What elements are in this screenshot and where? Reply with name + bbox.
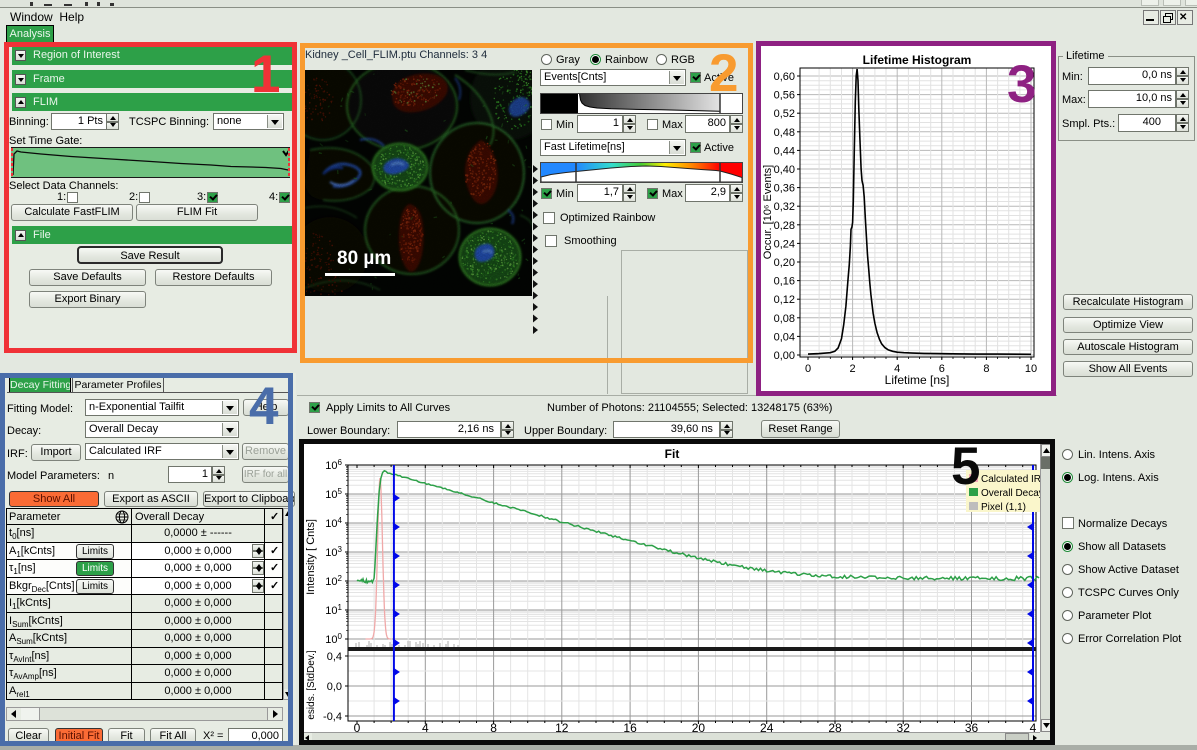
svg-text:-0,4: -0,4	[323, 711, 342, 723]
svg-text:8: 8	[983, 363, 989, 375]
svg-text:28: 28	[828, 721, 842, 732]
svg-text:24: 24	[760, 721, 774, 732]
svg-text:Lifetime [ns]: Lifetime [ns]	[885, 373, 950, 387]
svg-text:0,44: 0,44	[774, 145, 795, 157]
svg-text:Overall Decay: Overall Decay	[981, 488, 1040, 499]
svg-text:8: 8	[490, 721, 497, 732]
svg-text:4: 4	[422, 721, 429, 732]
svg-text:Occur. [10⁶ Events]: Occur. [10⁶ Events]	[762, 165, 774, 259]
svg-text:0,08: 0,08	[774, 313, 795, 325]
svg-text:0,52: 0,52	[774, 108, 795, 120]
svg-text:4: 4	[1030, 721, 1037, 732]
svg-text:0: 0	[354, 721, 361, 732]
svg-text:0,00: 0,00	[774, 350, 795, 362]
svg-text:0,04: 0,04	[774, 331, 795, 343]
svg-text:2: 2	[850, 363, 856, 375]
svg-text:0,40: 0,40	[774, 164, 795, 176]
svg-text:0,56: 0,56	[774, 90, 795, 102]
svg-text:Intensity [ Cnts]: Intensity [ Cnts]	[305, 519, 317, 595]
svg-text:0,4: 0,4	[327, 651, 342, 663]
svg-text:12: 12	[555, 721, 569, 732]
svg-text:32: 32	[897, 721, 911, 732]
svg-text:0,16: 0,16	[774, 276, 795, 288]
svg-text:36: 36	[965, 721, 979, 732]
svg-text:Calculated IRF: Calculated IRF	[981, 474, 1040, 485]
svg-text:0,12: 0,12	[774, 294, 795, 306]
svg-text:0,48: 0,48	[774, 127, 795, 139]
svg-text:esids. [StdDev.]: esids. [StdDev.]	[306, 650, 317, 720]
svg-text:20: 20	[692, 721, 706, 732]
svg-text:Fit: Fit	[665, 447, 680, 461]
svg-text:0,0: 0,0	[327, 681, 342, 693]
svg-text:10: 10	[1025, 363, 1037, 375]
svg-text:80 µm: 80 µm	[337, 248, 391, 269]
svg-text:0: 0	[805, 363, 811, 375]
svg-text:0,20: 0,20	[774, 257, 795, 269]
svg-text:0,36: 0,36	[774, 183, 795, 195]
svg-text:0,24: 0,24	[774, 238, 795, 250]
svg-text:0,32: 0,32	[774, 201, 795, 213]
svg-text:Pixel (1,1): Pixel (1,1)	[981, 502, 1026, 513]
svg-text:Lifetime Histogram: Lifetime Histogram	[863, 53, 972, 67]
svg-text:0,28: 0,28	[774, 220, 795, 232]
svg-text:16: 16	[623, 721, 637, 732]
svg-text:0,60: 0,60	[774, 71, 795, 83]
